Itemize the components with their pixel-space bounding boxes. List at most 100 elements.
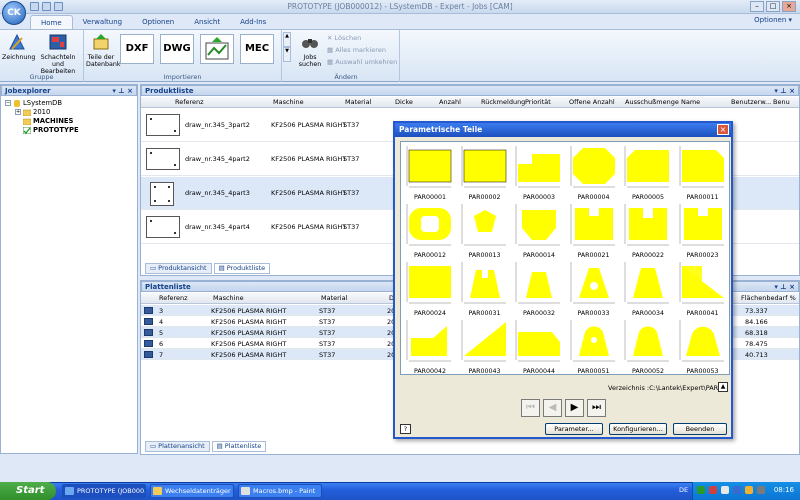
part-tile-par00031[interactable]: PAR00031 <box>458 260 512 317</box>
save-icon[interactable] <box>54 2 63 11</box>
tab-verwaltung[interactable]: Verwaltung <box>73 15 132 29</box>
panel-controls[interactable]: ▾ ⊥ × <box>774 282 795 292</box>
folder-up-button[interactable]: ▲ <box>718 382 728 392</box>
part-tile-par00052[interactable]: PAR00052 <box>621 318 675 375</box>
konfigurieren-button[interactable]: Konfigurieren... <box>609 423 667 435</box>
tray-icon[interactable] <box>733 486 741 494</box>
col-rueckmeldung[interactable]: Rückmeldung <box>481 98 525 106</box>
expand-icon[interactable]: + <box>15 109 21 115</box>
part-tile-par00044[interactable]: PAR00044 <box>512 318 566 375</box>
part-tile-par00023[interactable]: PAR00023 <box>676 202 730 259</box>
part-tile-par00004[interactable]: PAR00004 <box>567 144 621 201</box>
tab-home[interactable]: Home <box>30 15 73 29</box>
part-tile-par00021[interactable]: PAR00021 <box>567 202 621 259</box>
volume-icon[interactable] <box>757 486 765 494</box>
tab-produktliste[interactable]: ▤ Produktliste <box>213 263 271 274</box>
dxf-button[interactable]: DXF <box>120 34 154 64</box>
col-material[interactable]: Material <box>345 98 371 106</box>
col-anzahl[interactable]: Anzahl <box>439 98 461 106</box>
first-page-button[interactable]: ⏮ <box>521 399 540 417</box>
tray-icon[interactable] <box>709 486 717 494</box>
application-button[interactable]: CK <box>2 1 26 25</box>
part-tile-par00041[interactable]: PAR00041 <box>676 260 730 317</box>
loeschen-button[interactable]: ✕ Löschen <box>327 34 361 42</box>
col-maschine[interactable]: Maschine <box>273 98 304 106</box>
part-tile-par00033[interactable]: PAR00033 <box>567 260 621 317</box>
taskbar-item-paint[interactable]: Macros.bmp - Paint <box>238 484 322 498</box>
taskbar-item-prototype[interactable]: PROTOTYPE (JOB000... <box>62 484 146 498</box>
col-referenz[interactable]: Referenz <box>159 294 188 302</box>
part-tile-par00042[interactable]: PAR00042 <box>403 318 457 375</box>
col-offene-anzahl[interactable]: Offene Anzahl <box>569 98 615 106</box>
tab-ansicht[interactable]: Ansicht <box>184 15 230 29</box>
parameter-button[interactable]: Parameter... <box>545 423 603 435</box>
maximize-button[interactable]: □ <box>766 1 780 12</box>
next-page-button[interactable]: ▶ <box>565 399 584 417</box>
tray-icon[interactable] <box>721 486 729 494</box>
part-tile-par00032[interactable]: PAR00032 <box>512 260 566 317</box>
tree-item-prototype[interactable]: PROTOTYPE <box>23 126 79 134</box>
part-tile-par00022[interactable]: PAR00022 <box>621 202 675 259</box>
zeichnung-button[interactable]: Zeichnung <box>2 33 35 61</box>
col-prioritaet[interactable]: Priorität <box>525 98 551 106</box>
ribbon-scroll[interactable]: ▲ ▼ <box>283 32 291 78</box>
part-tile-par00051[interactable]: PAR00051 <box>567 318 621 375</box>
tree-item-lsystemdb[interactable]: − LSystemDB <box>5 99 62 107</box>
col-benutzer[interactable]: Benu <box>773 98 790 106</box>
part-tile-par00034[interactable]: PAR00034 <box>621 260 675 317</box>
col-maschine[interactable]: Maschine <box>213 294 244 302</box>
prev-page-button[interactable]: ◀ <box>543 399 562 417</box>
part-tile-par00011[interactable]: PAR00011 <box>676 144 730 201</box>
tab-produktansicht[interactable]: ▭ Produktansicht <box>145 263 212 274</box>
language-indicator[interactable]: DE <box>679 486 688 494</box>
tree-item-machines[interactable]: MACHINES <box>23 117 73 125</box>
col-flaechenbedarf[interactable]: Flächenbedarf % <box>741 294 796 302</box>
part-tile-par00005[interactable]: PAR00005 <box>621 144 675 201</box>
tab-add-ins[interactable]: Add-Ins <box>230 15 276 29</box>
alles-markieren-button[interactable]: ▦ Alles markieren <box>327 46 386 54</box>
help-button[interactable]: ? <box>400 424 411 434</box>
last-page-button[interactable]: ⏭ <box>587 399 606 417</box>
col-material[interactable]: Material <box>321 294 347 302</box>
collapse-icon[interactable]: − <box>5 100 11 106</box>
col-dicke[interactable]: Dicke <box>395 98 413 106</box>
part-tile-par00043[interactable]: PAR00043 <box>458 318 512 375</box>
open-icon[interactable] <box>42 2 51 11</box>
panel-controls[interactable]: ▾ ⊥ × <box>112 86 133 96</box>
start-button[interactable]: Start <box>0 482 56 500</box>
tray-icon[interactable] <box>697 486 705 494</box>
taskbar-item-wechseldatentraeger[interactable]: Wechseldatenträger ... <box>150 484 234 498</box>
optionen-menu[interactable]: Optionen ▾ <box>754 16 792 24</box>
teile-der-datenbank-button[interactable]: Teile der Datenbank <box>86 33 121 68</box>
col-benutzerwert[interactable]: Benutzerw... <box>731 98 771 106</box>
panel-controls[interactable]: ▾ ⊥ × <box>774 86 795 96</box>
part-tile-par00013[interactable]: PAR00013 <box>458 202 512 259</box>
tab-optionen[interactable]: Optionen <box>132 15 184 29</box>
new-icon[interactable] <box>30 2 39 11</box>
part-tile-par00002[interactable]: PAR00002 <box>458 144 512 201</box>
tree-item-2010[interactable]: + 2010 <box>15 108 50 116</box>
part-tile-par00024[interactable]: PAR00024 <box>403 260 457 317</box>
tray-icon[interactable] <box>745 486 753 494</box>
group-label-importieren: Importieren <box>163 73 202 81</box>
import-image-button[interactable] <box>200 34 234 64</box>
close-button[interactable]: × <box>782 1 796 12</box>
part-tile-par00053[interactable]: PAR00053 <box>676 318 730 375</box>
part-tile-par00014[interactable]: PAR00014 <box>512 202 566 259</box>
mec-button[interactable]: MEC <box>240 34 274 64</box>
jobs-suchen-button[interactable]: Jobs suchen <box>295 33 325 68</box>
col-ausschussmenge[interactable]: Ausschußmenge <box>625 98 679 106</box>
auswahl-umkehren-button[interactable]: ▦ Auswahl umkehren <box>327 58 397 66</box>
part-tile-par00003[interactable]: PAR00003 <box>512 144 566 201</box>
tab-plattenansicht[interactable]: ▭ Plattenansicht <box>145 441 210 452</box>
schachteln-button[interactable]: Schachteln und Bearbeiten <box>34 33 82 75</box>
part-tile-par00001[interactable]: PAR00001 <box>403 144 457 201</box>
dialog-close-button[interactable]: × <box>717 124 729 135</box>
col-referenz[interactable]: Referenz <box>175 98 204 106</box>
beenden-button[interactable]: Beenden <box>673 423 727 435</box>
col-name[interactable]: Name <box>681 98 700 106</box>
minimize-button[interactable]: – <box>750 1 764 12</box>
dwg-button[interactable]: DWG <box>160 34 194 64</box>
tab-plattenliste[interactable]: ▤ Plattenliste <box>211 441 267 452</box>
part-tile-par00012[interactable]: PAR00012 <box>403 202 457 259</box>
